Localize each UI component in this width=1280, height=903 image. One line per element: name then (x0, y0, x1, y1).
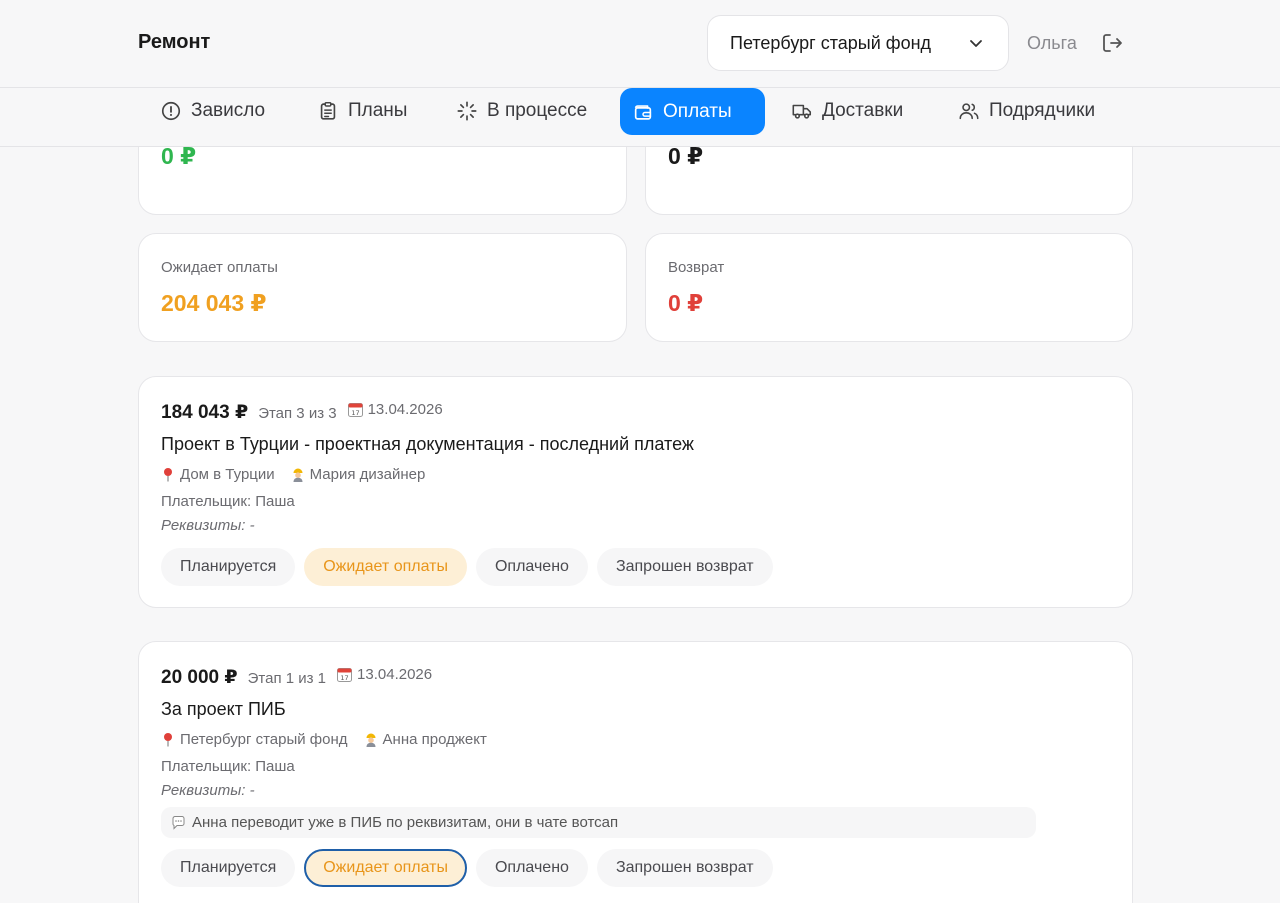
payment-note-text: Анна переводит уже в ПИБ по реквизитам, … (192, 814, 619, 831)
pin-icon (164, 468, 172, 482)
tab-label: Подрядчики (989, 100, 1096, 121)
status-selector: Планируется Ожидает оплаты Оплачено Запр… (161, 548, 773, 586)
logout-icon[interactable] (1100, 31, 1124, 55)
calendar-icon: 17 (347, 403, 363, 417)
loader-icon (457, 101, 477, 121)
summary-value: 0 ₽ (161, 147, 197, 169)
status-refund-button[interactable]: Запрошен возврат (596, 849, 773, 887)
payment-date-text: 13.04.2026 (367, 401, 443, 418)
summary-card-awaiting: Ожидает оплаты 204 043 ₽ (138, 233, 627, 342)
summary-card-paid: 0 ₽ (138, 147, 627, 215)
summary-card-refund: Возврат 0 ₽ (645, 233, 1133, 342)
payment-contractor-text: Мария дизайнер (309, 466, 426, 483)
payment-note: Анна переводит уже в ПИБ по реквизитам, … (161, 807, 1036, 838)
user-name[interactable]: Ольга (1027, 33, 1077, 54)
payment-payer: Плательщик: Паша (161, 758, 295, 775)
payment-stage: Этап 1 из 1 (247, 670, 327, 687)
summary-label: Возврат (668, 259, 725, 276)
summary-value: 0 ₽ (668, 290, 704, 316)
tab-label: Оплаты (663, 100, 732, 122)
chevron-down-icon (970, 40, 982, 47)
payment-meta: Петербург старый фонд Анна проджект (161, 731, 487, 748)
payment-stage: Этап 3 из 3 (258, 405, 337, 422)
payment-date: 17 13.04.2026 (336, 666, 432, 683)
payment-contractor: Мария дизайнер (291, 466, 426, 483)
payment-date-text: 13.04.2026 (357, 666, 433, 683)
worker-icon (293, 468, 303, 482)
tab-payments[interactable]: Оплаты (620, 88, 765, 135)
summary-label: Ожидает оплаты (161, 259, 278, 276)
status-paid-button[interactable]: Оплачено (475, 849, 588, 887)
tab-label: Зависло (191, 100, 266, 121)
payment-location: Дом в Турции (161, 466, 275, 483)
status-awaiting-button[interactable]: Ожидает оплаты (304, 849, 467, 887)
summary-value: 0 ₽ (668, 147, 704, 169)
worker-icon (366, 733, 376, 747)
payment-header: 184 043 ₽ Этап 3 из 3 17 13.04.2026 (161, 401, 443, 424)
tab-contractors[interactable]: Подрядчики (946, 88, 1107, 134)
payment-date: 17 13.04.2026 (347, 401, 443, 418)
tab-in-progress[interactable]: В процессе (444, 88, 599, 134)
project-select-value: Петербург старый фонд (730, 32, 932, 53)
tab-label: Планы (348, 100, 408, 121)
tab-label: В процессе (487, 100, 588, 121)
svg-text:17: 17 (340, 674, 348, 682)
main-nav: Зависло Планы В процессе Оплаты Доставки… (0, 88, 1280, 147)
payment-card: 20 000 ₽ Этап 1 из 1 17 13.04.2026 За пр… (138, 641, 1133, 903)
calendar-icon: 17 (337, 668, 353, 682)
payment-requisites: Реквизиты: - (161, 517, 255, 534)
alert-circle-icon (161, 101, 181, 121)
status-paid-button[interactable]: Оплачено (475, 548, 588, 586)
truck-icon (792, 104, 812, 119)
status-awaiting-button[interactable]: Ожидает оплаты (304, 548, 467, 586)
app-header: Ремонт Петербург старый фонд Ольга (0, 0, 1280, 88)
payment-location-text: Петербург старый фонд (180, 731, 348, 748)
payment-title: Проект в Турции - проектная документация… (161, 434, 694, 454)
payment-amount: 20 000 ₽ (161, 667, 238, 688)
project-select[interactable]: Петербург старый фонд (707, 15, 1009, 71)
payment-location: Петербург старый фонд (161, 731, 348, 748)
payment-payer: Плательщик: Паша (161, 493, 295, 510)
summary-value: 204 043 ₽ (161, 290, 267, 316)
payment-meta: Дом в Турции Мария дизайнер (161, 466, 425, 483)
payment-amount: 184 043 ₽ (161, 402, 249, 423)
summary-card-second: 0 ₽ (645, 147, 1133, 215)
wallet-icon (634, 104, 652, 120)
payment-requisites: Реквизиты: - (161, 782, 255, 799)
tab-label: Доставки (822, 100, 904, 121)
payment-card: 184 043 ₽ Этап 3 из 3 17 13.04.2026 Прое… (138, 376, 1133, 608)
status-planned-button[interactable]: Планируется (161, 548, 296, 586)
speech-bubble-icon (172, 816, 185, 830)
pin-icon (164, 733, 172, 747)
tab-deliveries[interactable]: Доставки (779, 88, 915, 134)
tab-plans[interactable]: Планы (305, 88, 419, 134)
users-icon (959, 103, 979, 120)
payment-contractor: Анна проджект (364, 731, 487, 748)
payments-content[interactable]: 0 ₽ 0 ₽ Ожидает оплаты 204 043 ₽ Возврат… (0, 147, 1280, 903)
tab-stuck[interactable]: Зависло (148, 88, 277, 134)
payment-header: 20 000 ₽ Этап 1 из 1 17 13.04.2026 (161, 666, 432, 689)
status-selector: Планируется Ожидает оплаты Оплачено Запр… (161, 849, 773, 887)
app-title: Ремонт (138, 31, 211, 53)
svg-text:17: 17 (351, 409, 359, 417)
payment-title: За проект ПИБ (161, 699, 286, 719)
payment-contractor-text: Анна проджект (382, 731, 487, 748)
payment-location-text: Дом в Турции (180, 466, 275, 483)
status-refund-button[interactable]: Запрошен возврат (596, 548, 773, 586)
status-planned-button[interactable]: Планируется (161, 849, 296, 887)
clipboard-icon (320, 102, 336, 120)
